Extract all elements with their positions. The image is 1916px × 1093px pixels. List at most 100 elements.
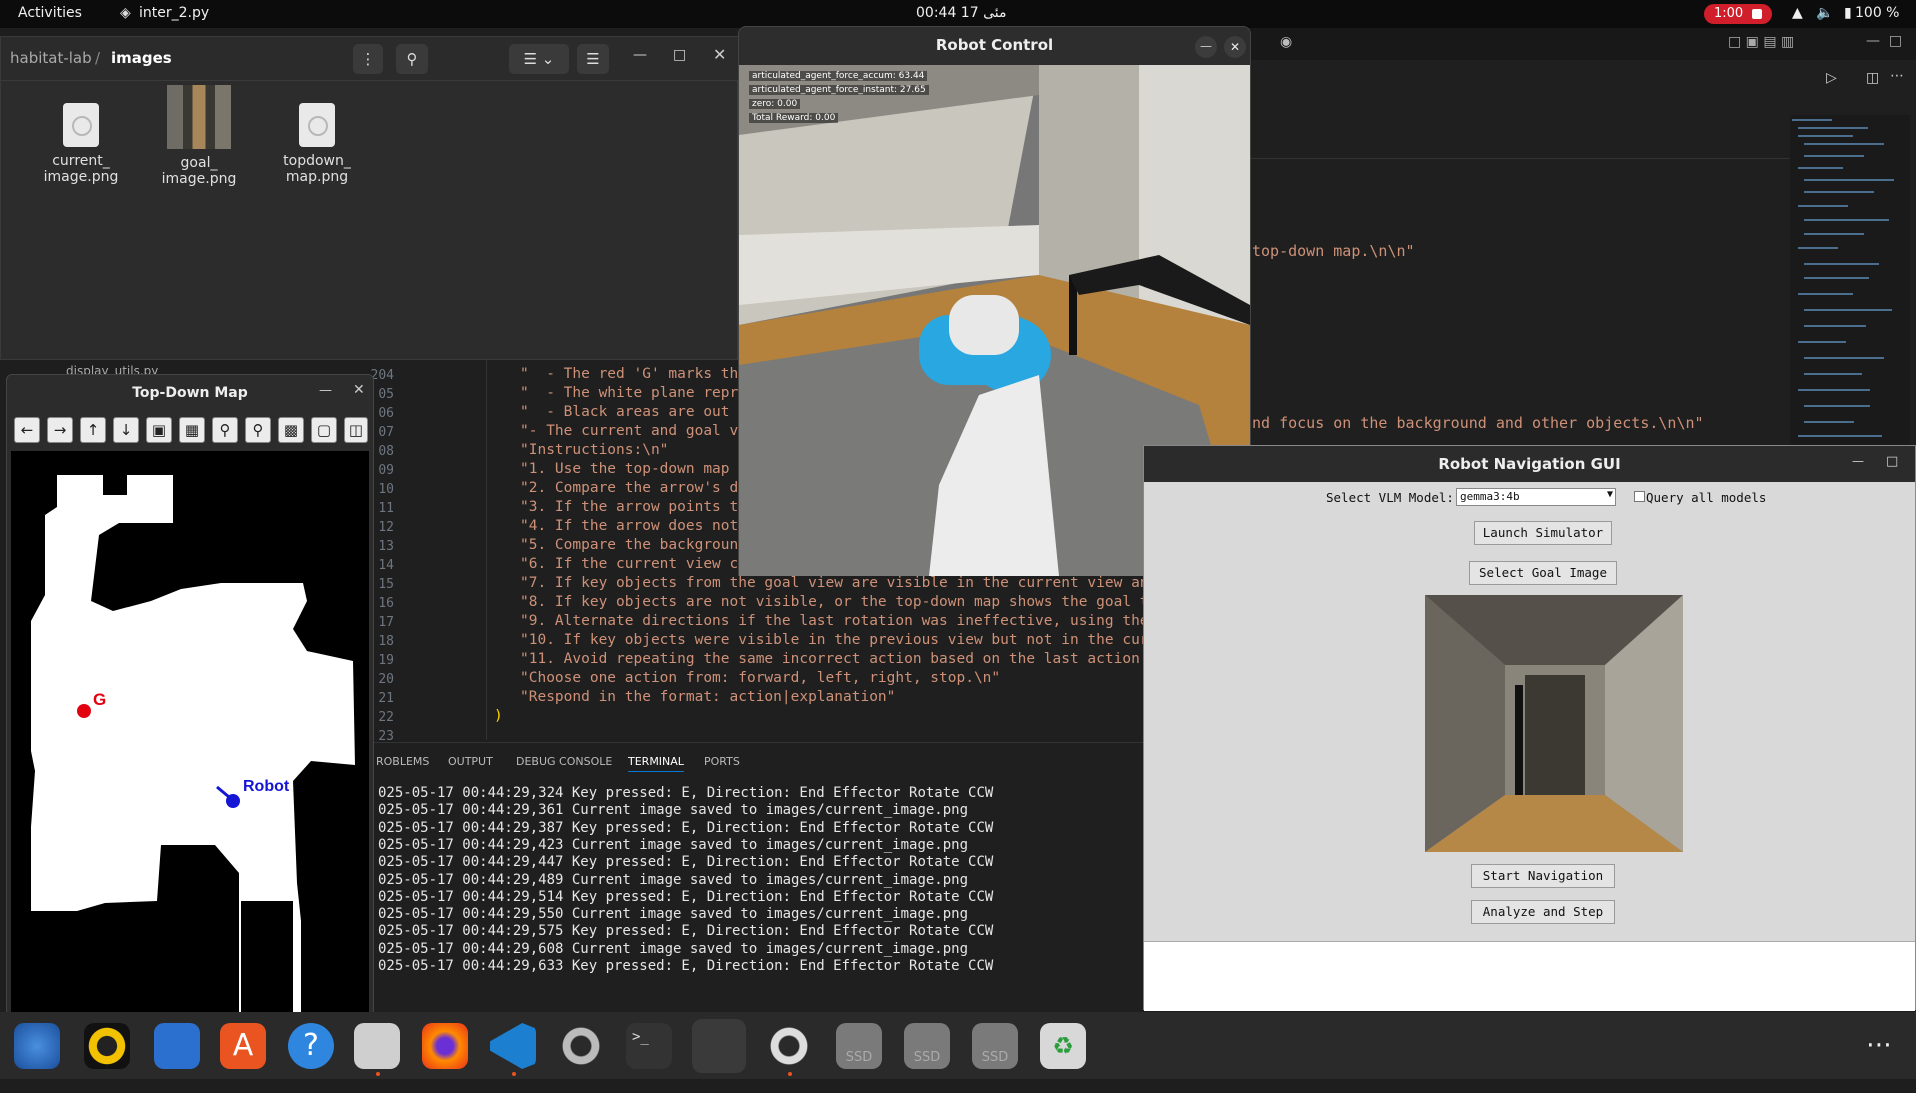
copy-icon[interactable]: ▢ [311, 417, 337, 443]
volume-icon[interactable]: 🔈 [1816, 5, 1833, 21]
network-icon[interactable]: ▲ [1792, 5, 1803, 21]
minimize-icon[interactable]: — [1195, 36, 1217, 58]
more-actions-icon[interactable]: ⋯ [1890, 68, 1904, 84]
tab-output[interactable]: OUTPUT [448, 755, 493, 768]
python-app-icon[interactable] [692, 1019, 746, 1073]
topdown-map-canvas[interactable]: G Robot [11, 451, 369, 1013]
running-indicator [788, 1072, 792, 1076]
thunderbird-icon[interactable] [14, 1023, 60, 1069]
accounts-icon[interactable]: ◉ [1280, 34, 1292, 50]
writer-icon[interactable] [154, 1023, 200, 1069]
breadcrumb-parent[interactable]: habitat-lab [10, 49, 92, 67]
down-arrow-icon[interactable]: ↓ [113, 417, 139, 443]
code-line: "9. Alternate directions if the last rot… [520, 613, 1167, 629]
properties-icon[interactable]: ◫ [344, 417, 368, 443]
query-all-label: Query all models [1646, 490, 1767, 505]
drive-label: SSD [981, 1050, 1009, 1065]
settings-gear-icon[interactable] [558, 1023, 604, 1069]
split-editor-icon[interactable]: ◫ [1866, 70, 1879, 86]
window-controls[interactable]: — □ [1866, 33, 1902, 49]
zoom-fit-icon[interactable]: ▣ [146, 417, 172, 443]
query-all-checkbox[interactable] [1634, 491, 1645, 502]
terminal-line: 025-05-17 00:44:29,608 Current image sav… [378, 940, 969, 957]
layout-icon[interactable]: □ ▣ ▤ ▥ [1728, 34, 1794, 50]
code-line: "6. If the current view cl [520, 556, 747, 572]
active-app-label[interactable]: inter_2.py [139, 5, 209, 21]
zoom-out-icon[interactable]: ⚲ [245, 417, 271, 443]
divider [1250, 158, 1790, 159]
screen-recording-indicator[interactable]: 1:00 [1704, 4, 1772, 24]
zoom-region-icon[interactable]: ▦ [179, 417, 205, 443]
model-select[interactable]: gemma3:4b ▼ [1456, 488, 1616, 506]
run-icon[interactable]: ▷ [1826, 70, 1837, 86]
maximize-icon[interactable]: □ [673, 47, 686, 63]
search-icon[interactable]: ⚲ [396, 44, 428, 74]
code-line-right-2: nd focus on the background and other obj… [1252, 414, 1704, 432]
file-item-goal-image[interactable]: goal_ image.png [149, 85, 249, 187]
save-icon[interactable]: ▩ [278, 417, 304, 443]
drive-icon[interactable]: SSD [972, 1023, 1018, 1069]
file-item-current-image[interactable]: current_ image.png [31, 103, 131, 185]
code-line: " - The red 'G' marks the [520, 366, 747, 382]
trash-icon[interactable]: ♻ [1040, 1023, 1086, 1069]
file-name-line1: current_ [52, 153, 110, 169]
tab-terminal[interactable]: TERMINAL [628, 755, 684, 772]
forward-arrow-icon[interactable]: → [47, 417, 73, 443]
maximize-icon[interactable]: □ [1886, 454, 1898, 469]
file-item-topdown-map[interactable]: topdown_ map.png [267, 103, 367, 185]
hamburger-menu-icon[interactable]: ☰ [577, 44, 609, 74]
back-arrow-icon[interactable]: ← [14, 417, 40, 443]
close-icon[interactable]: ✕ [353, 382, 365, 398]
menu-kebab-icon[interactable]: ⋮ [353, 44, 383, 74]
tab-debug-console[interactable]: DEBUG CONSOLE [516, 755, 612, 768]
drive-icon[interactable]: SSD [904, 1023, 950, 1069]
terminal-line: 025-05-17 00:44:29,361 Current image sav… [378, 802, 969, 819]
tab-ports[interactable]: PORTS [704, 755, 740, 768]
vscode-icon[interactable] [490, 1023, 536, 1069]
terminal-panel[interactable]: ROBLEMS OUTPUT DEBUG CONSOLE TERMINAL PO… [370, 742, 1143, 1012]
robot-label: Robot [243, 778, 290, 795]
drive-icon[interactable]: SSD [836, 1023, 882, 1069]
file-name-line2: map.png [285, 169, 349, 185]
up-arrow-icon[interactable]: ↑ [80, 417, 106, 443]
terminal-line: 025-05-17 00:44:29,387 Key pressed: E, D… [378, 819, 994, 836]
battery-percent: 100 % [1855, 5, 1900, 21]
overlay-force-accum: articulated_agent_force_accum: 63.44 [749, 71, 928, 81]
files-icon[interactable] [354, 1023, 400, 1069]
activities-button[interactable]: Activities [18, 5, 82, 21]
minimize-icon[interactable]: — [1852, 454, 1864, 468]
goal-image-preview [1425, 595, 1683, 852]
terminal-icon[interactable]: >_ [626, 1023, 672, 1069]
view-toggle-icon[interactable]: ☰ ⌄ [509, 44, 569, 74]
close-icon[interactable]: ✕ [1224, 36, 1246, 58]
show-apps-grid-icon[interactable]: ⋯ [1866, 1030, 1896, 1060]
analyze-and-step-button[interactable]: Analyze and Step [1471, 900, 1615, 924]
launch-simulator-button[interactable]: Launch Simulator [1474, 521, 1612, 545]
minimize-icon[interactable]: — [633, 47, 647, 63]
breadcrumb-current[interactable]: images [111, 49, 172, 67]
select-goal-image-button[interactable]: Select Goal Image [1469, 561, 1617, 585]
firefox-icon[interactable] [422, 1023, 468, 1069]
file-name-line1: goal_ [180, 155, 218, 171]
chevron-down-icon: ▼ [1606, 489, 1613, 500]
indent-guide [486, 360, 487, 740]
help-icon[interactable]: ? [288, 1023, 334, 1069]
minimize-icon[interactable]: — [319, 383, 332, 398]
goal-image-thumbnail [167, 85, 231, 149]
vscode-titlebar: ◉ □ ▣ ▤ ▥ — □ [1250, 28, 1916, 60]
minimap[interactable] [1790, 115, 1910, 445]
output-text-area[interactable] [1144, 941, 1915, 1011]
code-line: "11. Avoid repeating the same incorrect … [520, 651, 1158, 667]
close-icon[interactable]: ✕ [713, 45, 726, 64]
start-navigation-button[interactable]: Start Navigation [1471, 864, 1615, 888]
zoom-in-icon[interactable]: ⚲ [212, 417, 238, 443]
clock[interactable]: 00:44 مئى 17 [916, 5, 1006, 21]
system-settings-icon[interactable] [766, 1023, 812, 1069]
app-center-icon[interactable]: A [220, 1023, 266, 1069]
drive-label: SSD [845, 1050, 873, 1065]
tab-problems[interactable]: ROBLEMS [376, 755, 429, 768]
explorer-partial-row[interactable]: display_utils.py [66, 364, 158, 374]
model-label: Select VLM Model: [1326, 490, 1454, 505]
rhythmbox-icon[interactable] [84, 1023, 130, 1069]
battery-icon[interactable]: ▮ [1844, 5, 1852, 21]
